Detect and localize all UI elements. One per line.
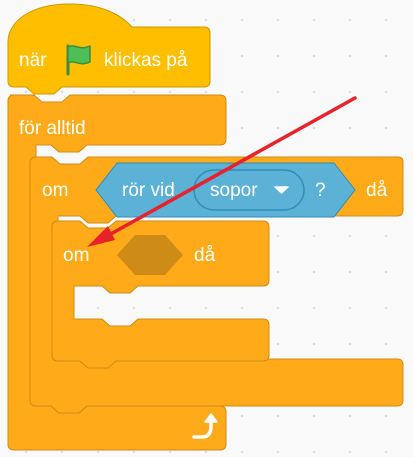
when-flag-prefix-label: när: [19, 50, 47, 71]
touching-question-mark: ?: [315, 180, 326, 201]
if-outer-then-label: då: [366, 180, 388, 201]
touching-menu-value: sopor: [210, 180, 258, 201]
code-canvas: [7, 3, 404, 451]
when-flag-suffix-label: klickas på: [104, 50, 188, 71]
forever-label: för alltid: [19, 118, 86, 139]
if-outer-label: om: [42, 180, 69, 201]
if-inner-then-label: då: [194, 245, 216, 266]
touching-label: rör vid: [122, 180, 175, 201]
if-inner-label: om: [63, 245, 90, 266]
when-flag-clicked-block[interactable]: [7, 3, 211, 95]
